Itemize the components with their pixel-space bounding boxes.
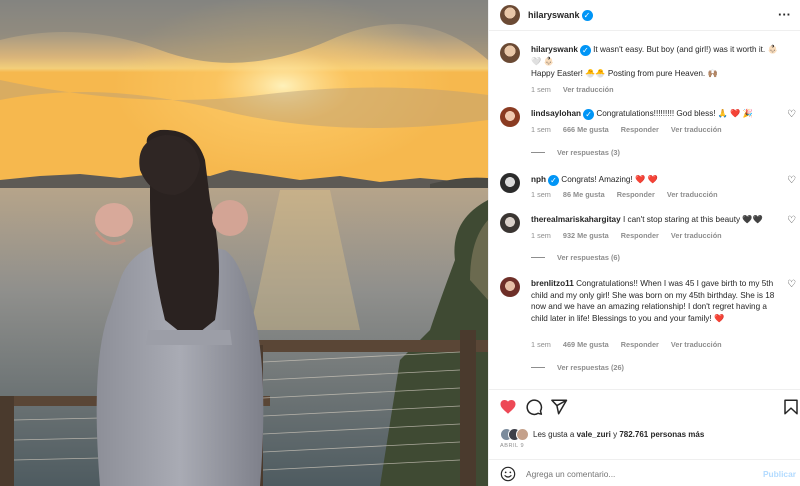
post-header: hilaryswank ✓ ··· bbox=[489, 0, 800, 31]
comment-reply-button[interactable]: Responder bbox=[621, 231, 659, 240]
caption-text-line2: Happy Easter! 🐣🐣 Posting from pure Heave… bbox=[531, 68, 718, 78]
comment-likes[interactable]: 86 Me gusta bbox=[563, 190, 605, 199]
comment-username[interactable]: therealmariskahargitay bbox=[531, 215, 621, 224]
author-username[interactable]: hilaryswank bbox=[528, 10, 580, 20]
comment-translate[interactable]: Ver traducción bbox=[671, 125, 722, 134]
comment-username[interactable]: lindsaylohan bbox=[531, 109, 581, 118]
liked-by-mid: y bbox=[613, 430, 618, 439]
view-replies-button[interactable]: Ver respuestas (3) bbox=[531, 148, 620, 157]
caption-username[interactable]: hilaryswank bbox=[531, 45, 578, 54]
comment-reply-button[interactable]: Responder bbox=[621, 125, 659, 134]
comment-username[interactable]: brenlitzo11 bbox=[531, 279, 574, 288]
comment-text: I can't stop staring at this beauty 🖤🖤 bbox=[622, 215, 763, 224]
commenter-avatar[interactable] bbox=[500, 277, 520, 297]
comment-heart-icon[interactable]: ♡ bbox=[787, 279, 796, 290]
comment-meta: 1 sem 469 Me gusta Responder Ver traducc… bbox=[531, 340, 732, 349]
author-avatar[interactable] bbox=[500, 5, 520, 25]
verified-icon: ✓ bbox=[581, 9, 593, 21]
verified-icon: ✓ bbox=[579, 45, 591, 56]
bookmark-icon[interactable] bbox=[782, 398, 800, 416]
likes-summary[interactable]: Les gusta a vale_zuri y 782.761 personas… bbox=[500, 428, 704, 441]
comment-text: Congratulations!!!!!!!!! God bless! 🙏 ❤️… bbox=[596, 109, 753, 118]
comment-likes[interactable]: 932 Me gusta bbox=[563, 231, 609, 240]
post-actions: Les gusta a vale_zuri y 782.761 personas… bbox=[489, 389, 800, 486]
comment-reply-button[interactable]: Responder bbox=[617, 190, 655, 199]
comment-reply-button[interactable]: Responder bbox=[621, 340, 659, 349]
caption-meta: 1 sem Ver traducción bbox=[531, 85, 624, 94]
comment-meta: 1 sem 86 Me gusta Responder Ver traducci… bbox=[531, 190, 728, 199]
replies-line bbox=[531, 257, 545, 258]
comment-text: Congrats! Amazing! ❤️ ❤️ bbox=[561, 175, 658, 184]
caption-time[interactable]: 1 sem bbox=[531, 85, 551, 94]
comment-likes[interactable]: 666 Me gusta bbox=[563, 125, 609, 134]
verified-icon: ✓ bbox=[583, 109, 595, 120]
liked-by-user[interactable]: vale_zuri bbox=[577, 430, 611, 439]
comments-list[interactable]: hilaryswank ✓ It wasn't easy. But boy (an… bbox=[489, 31, 800, 389]
view-replies-button[interactable]: Ver respuestas (26) bbox=[531, 363, 624, 372]
comment-meta: 1 sem 666 Me gusta Responder Ver traducc… bbox=[531, 125, 732, 134]
view-replies-label[interactable]: Ver respuestas (6) bbox=[557, 253, 620, 262]
post-date[interactable]: ABRIL 9 bbox=[500, 443, 524, 449]
author-avatar[interactable] bbox=[500, 43, 520, 63]
comment-time[interactable]: 1 sem bbox=[531, 125, 551, 134]
commenter-avatar[interactable] bbox=[500, 173, 520, 193]
comment-meta: 1 sem 932 Me gusta Responder Ver traducc… bbox=[531, 231, 732, 240]
replies-line bbox=[531, 367, 545, 368]
comment-heart-icon[interactable]: ♡ bbox=[787, 215, 796, 226]
comment-time[interactable]: 1 sem bbox=[531, 190, 551, 199]
comment-heart-icon[interactable]: ♡ bbox=[787, 109, 796, 120]
share-icon[interactable] bbox=[550, 398, 568, 416]
liked-by-count[interactable]: 782.761 personas más bbox=[619, 430, 704, 439]
commenter-avatar[interactable] bbox=[500, 213, 520, 233]
comment-likes[interactable]: 469 Me gusta bbox=[563, 340, 609, 349]
view-replies-label[interactable]: Ver respuestas (26) bbox=[557, 363, 624, 372]
post-photo[interactable] bbox=[0, 0, 488, 486]
comment-time[interactable]: 1 sem bbox=[531, 231, 551, 240]
post-comment-button[interactable]: Publicar bbox=[763, 469, 796, 479]
comment-translate[interactable]: Ver traducción bbox=[667, 190, 718, 199]
comment-translate[interactable]: Ver traducción bbox=[671, 231, 722, 240]
commenter-avatar[interactable] bbox=[500, 107, 520, 127]
comment-time[interactable]: 1 sem bbox=[531, 340, 551, 349]
add-comment-bar: Publicar bbox=[489, 459, 800, 486]
comment-input[interactable] bbox=[526, 468, 736, 479]
more-options-icon[interactable]: ··· bbox=[778, 7, 791, 22]
comment-username[interactable]: nph bbox=[531, 175, 546, 184]
replies-line bbox=[531, 152, 545, 153]
caption-translate[interactable]: Ver traducción bbox=[563, 85, 614, 94]
post-panel: hilaryswank ✓ ··· hilaryswank ✓ It wasn't… bbox=[488, 0, 800, 486]
view-replies-label[interactable]: Ver respuestas (3) bbox=[557, 148, 620, 157]
emoji-icon[interactable] bbox=[500, 466, 516, 482]
comment-icon[interactable] bbox=[525, 398, 543, 416]
liker-avatars bbox=[500, 428, 530, 441]
liked-by-prefix: Les gusta a bbox=[533, 430, 575, 439]
heart-icon[interactable] bbox=[499, 398, 517, 416]
comment-translate[interactable]: Ver traducción bbox=[671, 340, 722, 349]
post-photo-image bbox=[0, 0, 488, 486]
view-replies-button[interactable]: Ver respuestas (6) bbox=[531, 253, 620, 262]
verified-icon: ✓ bbox=[548, 175, 560, 186]
comment-heart-icon[interactable]: ♡ bbox=[787, 175, 796, 186]
